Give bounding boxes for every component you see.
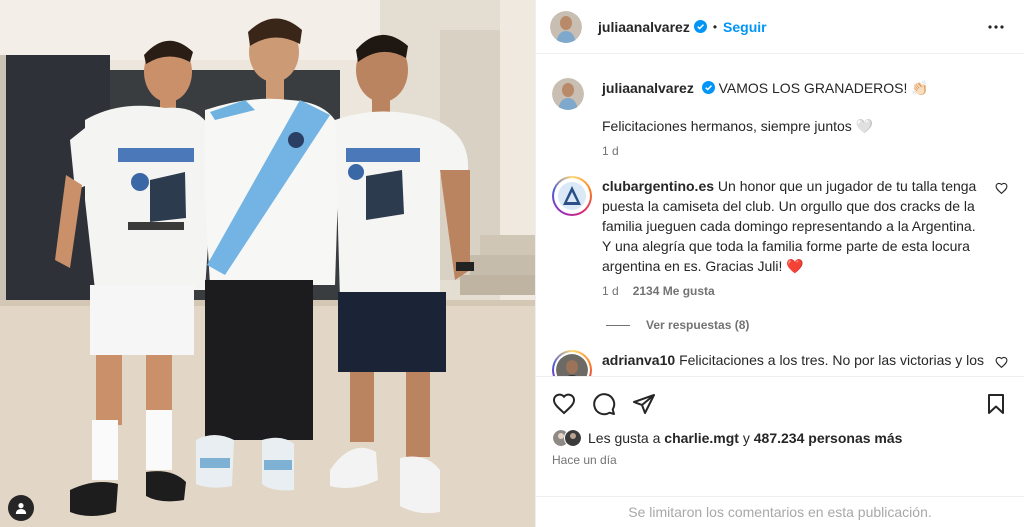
user-tag-icon xyxy=(15,503,27,514)
author-avatar[interactable] xyxy=(550,10,582,43)
likes-prefix: Les gusta a xyxy=(588,430,665,446)
heart-icon[interactable] xyxy=(552,392,576,416)
comments-list[interactable]: juliaanalvarez VAMOS LOS GRANADEROS! 👏🏻 … xyxy=(536,54,1024,376)
view-replies-label: Ver respuestas (8) xyxy=(646,318,750,332)
post-photo[interactable] xyxy=(0,0,535,527)
comment-username[interactable]: clubargentino.es xyxy=(602,178,714,194)
verified-badge-icon xyxy=(701,81,715,94)
post-header: juliaanalvarez • Seguir xyxy=(536,0,1024,54)
bookmark-icon[interactable] xyxy=(984,392,1008,416)
caption-text: VAMOS LOS GRANADEROS! 👏🏻 xyxy=(718,80,929,96)
verified-badge-icon xyxy=(693,20,707,33)
likes-count[interactable]: 487.234 personas más xyxy=(754,430,903,446)
post-caption: juliaanalvarez VAMOS LOS GRANADEROS! 👏🏻 … xyxy=(552,78,1008,158)
instagram-post-modal: juliaanalvarez • Seguir juliaanalvarez V… xyxy=(0,0,1024,527)
view-replies-button[interactable]: Ver respuestas (8) xyxy=(606,318,1008,332)
likes-summary: Les gusta a charlie.mgt y 487.234 person… xyxy=(552,429,1008,447)
user-tag-button[interactable] xyxy=(8,495,34,521)
photo-image xyxy=(0,0,535,527)
commenter-avatar-ring[interactable] xyxy=(552,350,592,376)
likes-conjunction: y xyxy=(738,430,754,446)
follow-button[interactable]: Seguir xyxy=(723,19,767,35)
header-separator: • xyxy=(712,19,718,34)
commenter-avatar-ring[interactable] xyxy=(552,176,592,216)
comment-likes[interactable]: 2134 Me gusta xyxy=(633,284,715,298)
commenter-avatar xyxy=(556,180,588,212)
post-timestamp[interactable]: Hace un día xyxy=(552,453,1008,467)
more-horizontal-icon xyxy=(988,24,1004,29)
liker-username[interactable]: charlie.mgt xyxy=(664,430,739,446)
more-options-button[interactable] xyxy=(984,15,1008,39)
post-side-panel: juliaanalvarez • Seguir juliaanalvarez V… xyxy=(535,0,1024,527)
comment-like-icon[interactable] xyxy=(995,182,1008,195)
comment-text: Felicitaciones a los tres. No por las vi… xyxy=(679,352,985,368)
comment-like-icon[interactable] xyxy=(995,356,1008,369)
comment-item: clubargentino.es Un honor que un jugador… xyxy=(552,176,1008,298)
liker-avatar xyxy=(564,429,582,447)
comment-item: adrianva10 Felicitaciones a los tres. No… xyxy=(552,350,1008,376)
share-icon[interactable] xyxy=(632,392,656,416)
post-actions: Les gusta a charlie.mgt y 487.234 person… xyxy=(536,376,1024,467)
author-username[interactable]: juliaanalvarez xyxy=(598,19,690,35)
liker-avatars xyxy=(552,429,582,447)
commenter-avatar xyxy=(556,354,588,376)
caption-username[interactable]: juliaanalvarez xyxy=(602,80,694,96)
comment-time[interactable]: 1 d xyxy=(602,284,619,298)
caption-line-2: Felicitaciones hermanos, siempre juntos … xyxy=(602,118,874,134)
comment-icon[interactable] xyxy=(592,392,616,416)
caption-time[interactable]: 1 d xyxy=(602,144,619,158)
comment-username[interactable]: adrianva10 xyxy=(602,352,675,368)
comments-limited-notice: Se limitaron los comentarios en esta pub… xyxy=(536,496,1024,527)
replies-divider xyxy=(606,324,630,326)
caption-avatar[interactable] xyxy=(552,78,584,110)
